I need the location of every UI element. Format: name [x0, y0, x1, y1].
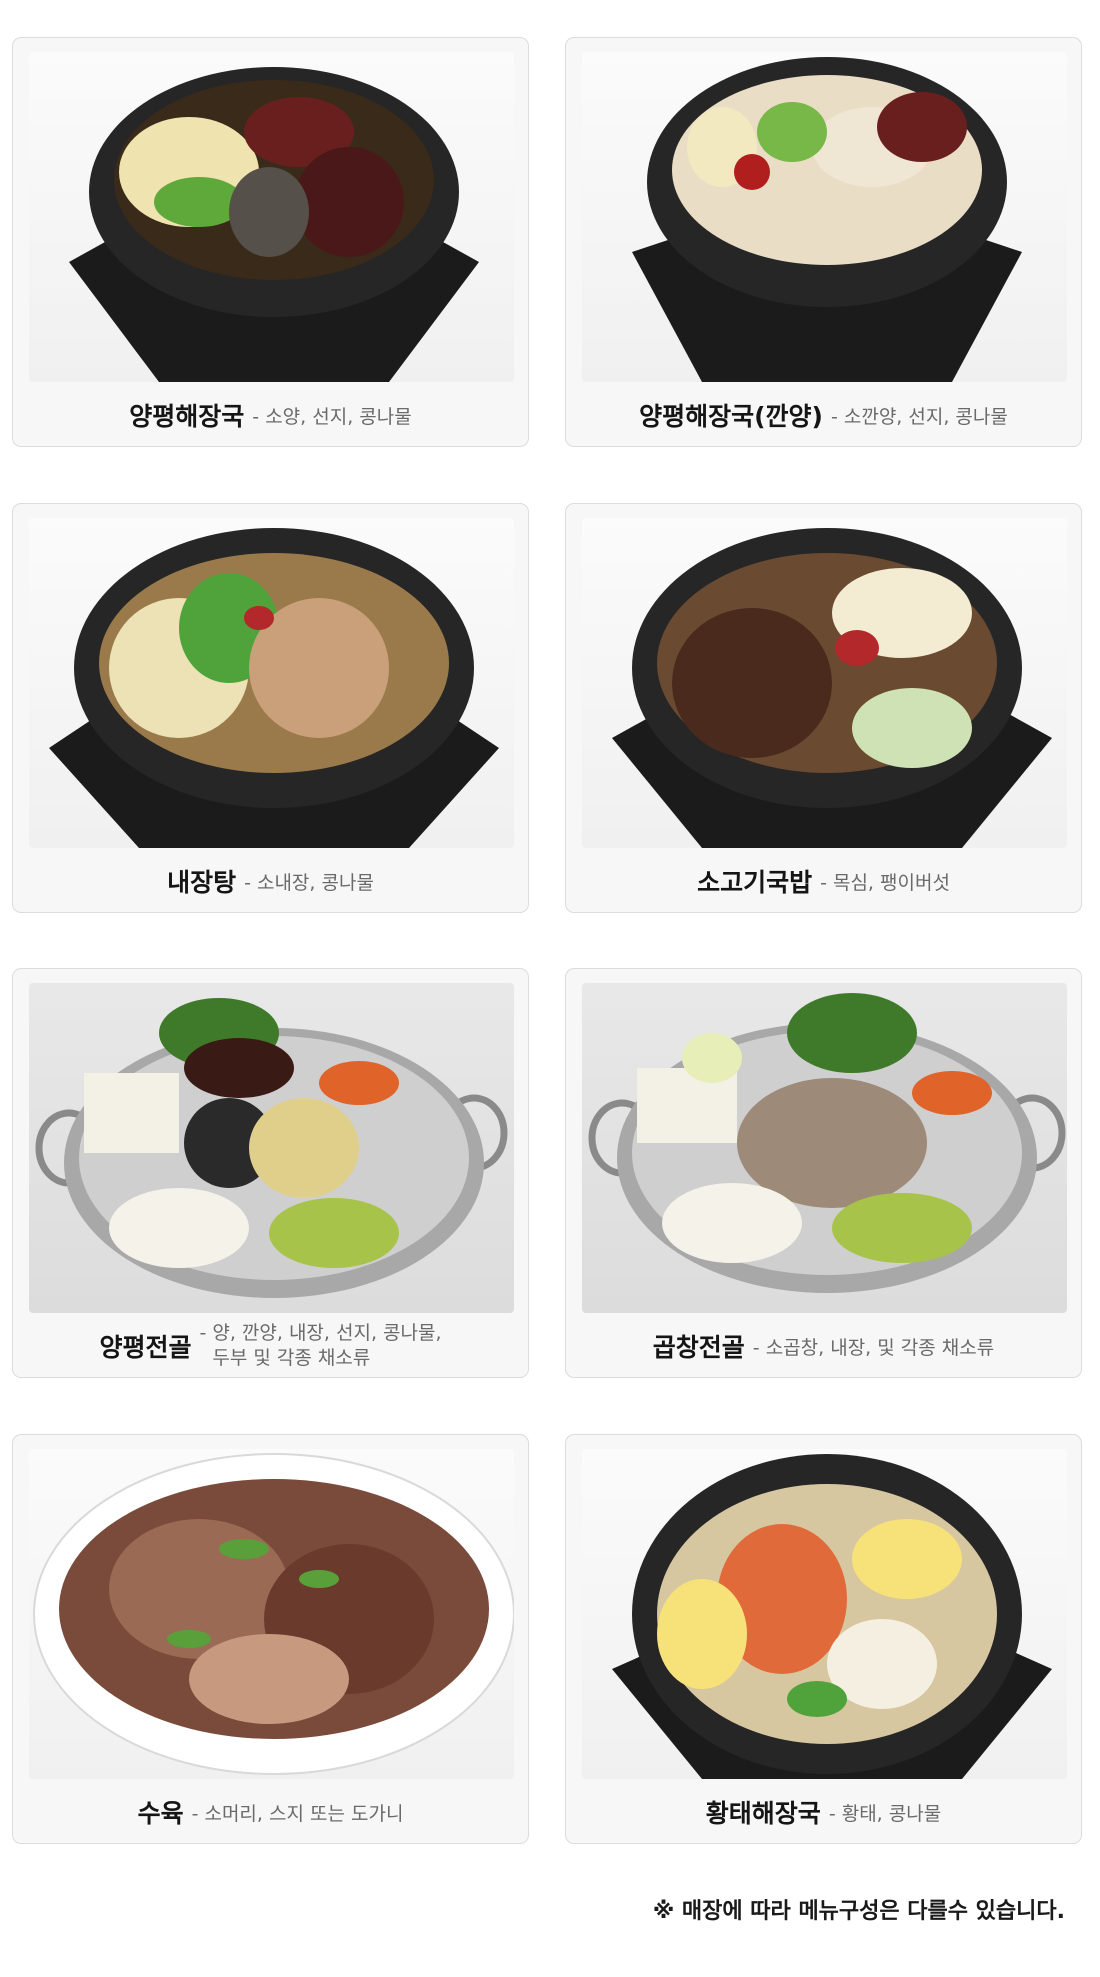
dish-caption: 양평전골 - 양, 깐양, 내장, 선지, 콩나물, 두부 및 각종 채소류 — [13, 1316, 528, 1376]
dish-name: 양평전골 — [99, 1333, 192, 1362]
dish-caption: 수육 - 소머리, 스지 또는 도가니 — [13, 1782, 528, 1842]
menu-card-suyuk: 수육 - 소머리, 스지 또는 도가니 — [12, 1434, 529, 1844]
dish-caption: 곱창전골 - 소곱창, 내장, 및 각종 채소류 — [566, 1316, 1081, 1376]
menu-card-gopchang-jeongol: 곱창전골 - 소곱창, 내장, 및 각종 채소류 — [565, 968, 1082, 1378]
menu-card-naejangtang: 내장탕 - 소내장, 콩나물 — [12, 503, 529, 913]
dish-description: - 목심, 팽이버섯 — [820, 871, 950, 894]
dish-description: - 소내장, 콩나물 — [244, 871, 374, 894]
dish-name: 소고기국밥 — [697, 868, 813, 897]
dish-photo — [582, 52, 1067, 382]
dish-description: - 소곱창, 내장, 및 각종 채소류 — [752, 1336, 995, 1359]
dish-description: - 양, 깐양, 내장, 선지, 콩나물, 두부 및 각종 채소류 — [199, 1321, 441, 1371]
dish-caption: 양평해장국 - 소양, 선지, 콩나물 — [13, 385, 528, 445]
dish-name: 양평해장국 — [129, 402, 245, 431]
dish-name: 양평해장국(깐양) — [639, 402, 823, 431]
dish-description: - 황태, 콩나물 — [828, 1802, 942, 1825]
menu-card-hwangtae-haejangguk: 황태해장국 - 황태, 콩나물 — [565, 1434, 1082, 1844]
menu-footnote: ※ 매장에 따라 메뉴구성은 다를수 있습니다. — [652, 1899, 1065, 1924]
dish-name: 곱창전골 — [652, 1333, 745, 1362]
dish-name: 수육 — [137, 1799, 184, 1828]
dish-photo — [582, 1449, 1067, 1779]
dish-name: 황태해장국 — [705, 1799, 821, 1828]
dish-description: - 소깐양, 선지, 콩나물 — [830, 405, 1008, 428]
description-line: 양, 깐양, 내장, 선지, 콩나물, — [212, 1322, 442, 1344]
dish-description: - 소머리, 스지 또는 도가니 — [191, 1802, 404, 1825]
dish-caption: 황태해장국 - 황태, 콩나물 — [566, 1782, 1081, 1842]
menu-card-yangpyeong-haejangguk-kkanyang: 양평해장국(깐양) - 소깐양, 선지, 콩나물 — [565, 37, 1082, 447]
menu-card-yangpyeong-haejangguk: 양평해장국 - 소양, 선지, 콩나물 — [12, 37, 529, 447]
dish-caption: 양평해장국(깐양) - 소깐양, 선지, 콩나물 — [566, 385, 1081, 445]
dish-caption: 소고기국밥 - 목심, 팽이버섯 — [566, 851, 1081, 911]
dish-photo — [582, 518, 1067, 848]
dish-photo — [582, 983, 1067, 1313]
dish-photo — [29, 1449, 514, 1779]
dish-name: 내장탕 — [167, 868, 237, 897]
dish-description: - 소양, 선지, 콩나물 — [252, 405, 412, 428]
description-line: 두부 및 각종 채소류 — [212, 1347, 371, 1369]
menu-card-sogogi-gukbap: 소고기국밥 - 목심, 팽이버섯 — [565, 503, 1082, 913]
dish-caption: 내장탕 - 소내장, 콩나물 — [13, 851, 528, 911]
description-dash: - — [199, 1322, 207, 1344]
description-lines: 양, 깐양, 내장, 선지, 콩나물, 두부 및 각종 채소류 — [212, 1321, 441, 1371]
dish-photo — [29, 983, 514, 1313]
dish-photo — [29, 518, 514, 848]
dish-photo — [29, 52, 514, 382]
menu-card-yangpyeong-jeongol: 양평전골 - 양, 깐양, 내장, 선지, 콩나물, 두부 및 각종 채소류 — [12, 968, 529, 1378]
